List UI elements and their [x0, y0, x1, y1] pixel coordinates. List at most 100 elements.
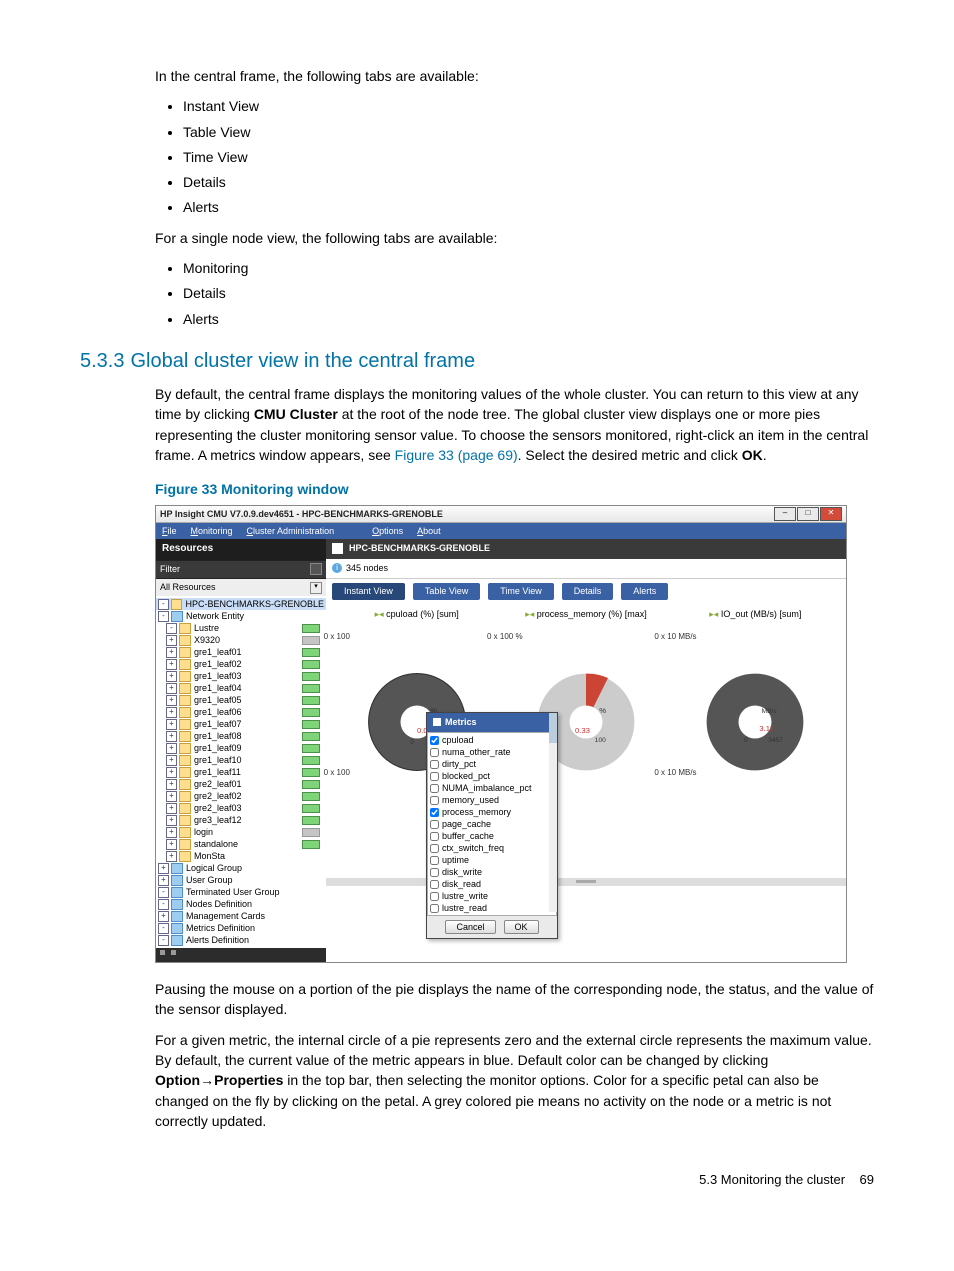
filter-expand-icon[interactable] [310, 563, 322, 575]
expand-icon[interactable]: + [166, 791, 177, 802]
tree-item[interactable]: +MonSta [156, 850, 326, 862]
tree-item[interactable]: +gre1_leaf03 [156, 670, 326, 682]
expand-icon[interactable]: + [166, 767, 177, 778]
expand-icon[interactable]: + [166, 839, 177, 850]
expand-icon[interactable]: + [158, 863, 169, 874]
expand-icon[interactable]: - [158, 887, 169, 898]
expand-icon[interactable]: - [158, 923, 169, 934]
tree-item[interactable]: -Lustre [156, 622, 326, 634]
expand-icon[interactable]: - [158, 899, 169, 910]
metric-row[interactable]: memory_used [430, 795, 554, 807]
gauge-pie-3[interactable]: MB/s3.1103457 [700, 667, 810, 777]
metric-row[interactable]: process_memory [430, 807, 554, 819]
menu-item[interactable]: Monitoring [191, 525, 233, 538]
metric-row[interactable]: lustre_write [430, 891, 554, 903]
metric-checkbox[interactable] [430, 832, 439, 841]
metric-checkbox[interactable] [430, 892, 439, 901]
expand-icon[interactable]: - [166, 623, 177, 634]
expand-icon[interactable]: + [166, 695, 177, 706]
metric-row[interactable]: numa_other_rate [430, 747, 554, 759]
expand-icon[interactable]: + [158, 911, 169, 922]
metric-checkbox[interactable] [430, 808, 439, 817]
metric-checkbox[interactable] [430, 844, 439, 853]
expand-icon[interactable]: + [166, 743, 177, 754]
tree-item[interactable]: +gre1_leaf10 [156, 754, 326, 766]
metric-row[interactable]: lustre_read [430, 903, 554, 915]
tree-item[interactable]: -Nodes Definition [156, 898, 326, 910]
menu-item[interactable]: Options [372, 525, 403, 538]
figure-link[interactable]: Figure 33 (page 69) [395, 447, 518, 463]
expand-icon[interactable]: + [166, 827, 177, 838]
metric-row[interactable]: cpuload [430, 735, 554, 747]
expand-icon[interactable]: + [166, 851, 177, 862]
expand-icon[interactable]: + [166, 647, 177, 658]
minimize-button[interactable]: – [774, 507, 796, 521]
metric-row[interactable]: ctx_switch_freq [430, 843, 554, 855]
metric-checkbox[interactable] [430, 748, 439, 757]
metric-checkbox[interactable] [430, 820, 439, 829]
ok-button[interactable]: OK [504, 920, 539, 934]
tree-item[interactable]: +login [156, 826, 326, 838]
expand-icon[interactable]: + [166, 683, 177, 694]
metric-checkbox[interactable] [430, 796, 439, 805]
expand-icon[interactable]: + [166, 635, 177, 646]
tab-alerts[interactable]: Alerts [621, 583, 668, 600]
cancel-button[interactable]: Cancel [445, 920, 495, 934]
expand-icon[interactable]: + [166, 671, 177, 682]
metric-row[interactable]: disk_read [430, 879, 554, 891]
tree-item[interactable]: -HPC-BENCHMARKS-GRENOBLE [156, 598, 326, 610]
tree-item[interactable]: +Management Cards [156, 910, 326, 922]
tree-item[interactable]: +Logical Group [156, 862, 326, 874]
expand-icon[interactable]: - [158, 599, 169, 610]
tree-item[interactable]: +gre1_leaf08 [156, 730, 326, 742]
tab-time-view[interactable]: Time View [488, 583, 554, 600]
metric-checkbox[interactable] [430, 736, 439, 745]
metric-row[interactable]: NUMA_imbalance_pct [430, 783, 554, 795]
metric-row[interactable]: uptime [430, 855, 554, 867]
tree-item[interactable]: +gre1_leaf01 [156, 646, 326, 658]
menu-item[interactable]: File [162, 525, 177, 538]
metric-checkbox[interactable] [430, 784, 439, 793]
metrics-scrollbar[interactable] [549, 732, 557, 912]
tree-item[interactable]: +gre1_leaf04 [156, 682, 326, 694]
tree-item[interactable]: +gre2_leaf01 [156, 778, 326, 790]
all-resources-row[interactable]: All Resources ▾ [156, 579, 326, 596]
expand-icon[interactable]: + [166, 707, 177, 718]
metric-row[interactable]: buffer_cache [430, 831, 554, 843]
tree-item[interactable]: -Terminated User Group [156, 886, 326, 898]
tree-item[interactable]: +gre2_leaf02 [156, 790, 326, 802]
expand-icon[interactable]: - [158, 935, 169, 946]
expand-icon[interactable]: + [166, 755, 177, 766]
tree-item[interactable]: +standalone [156, 838, 326, 850]
tree-item[interactable]: +gre1_leaf05 [156, 694, 326, 706]
close-button[interactable]: ✕ [820, 507, 842, 521]
expand-icon[interactable]: + [166, 779, 177, 790]
maximize-button[interactable]: □ [797, 507, 819, 521]
expand-icon[interactable]: + [166, 731, 177, 742]
tree-item[interactable]: -Network Entity [156, 610, 326, 622]
tab-details[interactable]: Details [562, 583, 614, 600]
expand-icon[interactable]: + [166, 659, 177, 670]
metric-checkbox[interactable] [430, 760, 439, 769]
tree-item[interactable]: +gre2_leaf03 [156, 802, 326, 814]
metric-row[interactable]: dirty_pct [430, 759, 554, 771]
metric-row[interactable]: page_cache [430, 819, 554, 831]
expand-icon[interactable]: - [158, 611, 169, 622]
tree-item[interactable]: +X9320 [156, 634, 326, 646]
expand-icon[interactable]: + [166, 719, 177, 730]
metric-checkbox[interactable] [430, 772, 439, 781]
metric-checkbox[interactable] [430, 880, 439, 889]
tree-item[interactable]: -Alerts Definition [156, 934, 326, 946]
tree-item[interactable]: +User Group [156, 874, 326, 886]
all-resources-dropdown-icon[interactable]: ▾ [310, 582, 322, 594]
tree-item[interactable]: +gre1_leaf02 [156, 658, 326, 670]
tree-item[interactable]: +gre1_leaf09 [156, 742, 326, 754]
metric-checkbox[interactable] [430, 868, 439, 877]
resize-grabber[interactable] [326, 878, 846, 886]
tree-item[interactable]: +gre3_leaf12 [156, 814, 326, 826]
menu-item[interactable]: About [417, 525, 441, 538]
tab-table-view[interactable]: Table View [413, 583, 480, 600]
metric-checkbox[interactable] [430, 904, 439, 913]
menu-item[interactable]: Cluster Administration [247, 525, 335, 538]
expand-icon[interactable]: + [166, 803, 177, 814]
